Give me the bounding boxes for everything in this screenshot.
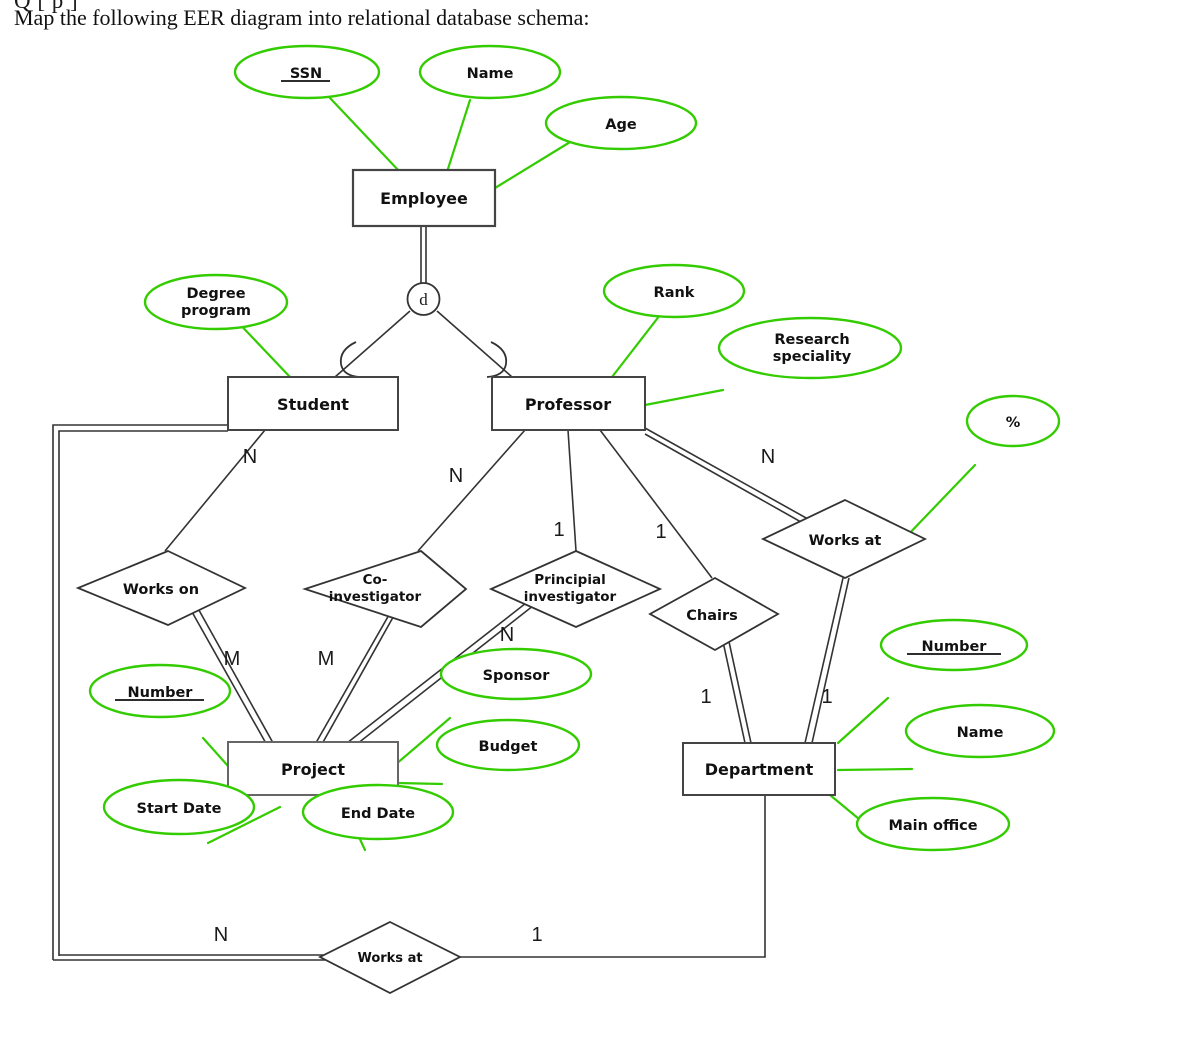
- entity-department-label: Department: [705, 760, 814, 779]
- link-professor-rank: [610, 313, 662, 379]
- attribute-degree-program[interactable]: [143, 273, 289, 331]
- attribute-employee-name-label: Name: [467, 66, 514, 82]
- link-employee-name: [445, 98, 472, 174]
- cardinality-chairs-department: 1: [700, 686, 711, 708]
- line-professor-to-chairs: [599, 429, 713, 579]
- attribute-end-date-label: End Date: [341, 806, 415, 822]
- attribute-research-speciality[interactable]: [717, 316, 903, 380]
- entity-employee-label: Employee: [380, 189, 468, 208]
- attribute-research-speciality-label-line1: Research: [774, 332, 849, 348]
- relationship-chairs-label: Chairs: [686, 608, 738, 624]
- page-title: Map the following EER diagram into relat…: [14, 5, 590, 30]
- attribute-project-number-label: Number: [128, 685, 194, 701]
- entity-project-label: Project: [281, 760, 345, 779]
- subset-arc-student: [339, 341, 361, 378]
- link-employee-ssn: [328, 96, 402, 174]
- cardinality-student-works-at-bottom: N: [214, 924, 228, 946]
- line-worksat-to-department-b: [811, 577, 850, 744]
- relationship-principial-investigator-label-line1: Principial: [534, 572, 605, 588]
- line-d-to-student: [334, 310, 411, 378]
- relationship-principial-investigator-label-line2: investigator: [524, 589, 617, 605]
- attribute-sponsor-label: Sponsor: [483, 668, 551, 684]
- attribute-degree-program-label-line2: program: [181, 303, 251, 319]
- eer-diagram: Employee Student Professor Project Depar…: [0, 38, 1200, 1039]
- link-project-budget: [396, 781, 444, 786]
- attribute-research-speciality-label-line2: speciality: [773, 349, 852, 365]
- attribute-ssn-label: SSN: [290, 66, 322, 82]
- attribute-department-name-label: Name: [957, 725, 1004, 741]
- link-project-number: [201, 736, 230, 768]
- cardinality-works-on-project: M: [224, 648, 241, 670]
- cardinality-professor-works-at: N: [761, 446, 775, 468]
- relationship-works-at-student-label: Works at: [357, 951, 422, 966]
- attribute-rank-label: Rank: [654, 285, 695, 301]
- line-d-to-professor: [436, 310, 513, 378]
- line-worksat-to-department-a: [804, 577, 844, 744]
- attribute-percent-label: %: [1006, 415, 1021, 431]
- relationship-co-investigator-label-line2: investigator: [329, 589, 422, 605]
- cardinality-works-at-bottom-department: 1: [531, 924, 542, 946]
- attribute-start-date-label: Start Date: [137, 801, 222, 817]
- link-department-number: [836, 696, 890, 745]
- entity-student-label: Student: [277, 395, 349, 414]
- cardinality-co-investigator-project: M: [318, 648, 335, 670]
- link-department-name: [836, 767, 914, 772]
- link-employee-age: [493, 137, 577, 190]
- link-worksat-pct: [903, 463, 977, 540]
- attribute-age-label: Age: [605, 117, 637, 133]
- entity-professor-label: Professor: [525, 395, 611, 414]
- cardinality-student-works-on: N: [243, 446, 257, 468]
- cardinality-works-at-department: 1: [821, 686, 832, 708]
- relationship-works-on-label: Works on: [123, 582, 199, 598]
- attribute-department-number-label: Number: [922, 639, 988, 655]
- cardinality-professor-chairs: 1: [655, 521, 666, 543]
- cardinality-principial-investigator-project: N: [500, 624, 514, 646]
- attribute-budget-label: Budget: [479, 739, 538, 755]
- subset-arc-professor: [486, 341, 508, 378]
- relationship-works-at-prof-label: Works at: [809, 533, 882, 549]
- cardinality-professor-co-investigator: N: [449, 465, 463, 487]
- line-department-to-bottomworksat: [455, 795, 766, 958]
- specialization-symbol: d: [419, 290, 428, 309]
- line-professor-to-coinv: [417, 429, 526, 552]
- attribute-degree-program-label-line1: Degree: [186, 286, 245, 302]
- relationship-co-investigator-label-line1: Co-: [363, 572, 388, 588]
- cardinality-professor-principial-investigator: 1: [553, 519, 564, 541]
- link-professor-resspec: [643, 388, 725, 407]
- line-professor-to-pi: [567, 429, 577, 552]
- attribute-main-office-label: Main office: [888, 818, 977, 834]
